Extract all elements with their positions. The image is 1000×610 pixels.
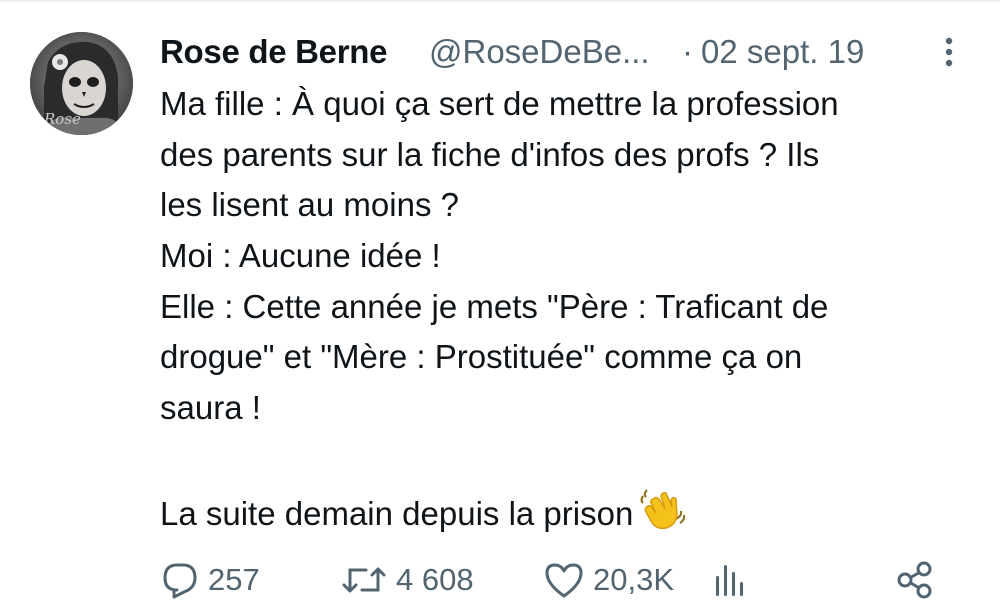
tweet-line: La suite demain depuis la prison <box>160 494 634 532</box>
tweet-date[interactable]: 02 sept. 19 <box>701 30 864 74</box>
reply-icon <box>163 563 197 599</box>
tweet-line: Ma fille : À quoi ça sert de mettre la p… <box>160 85 839 122</box>
views-button[interactable] <box>713 556 745 604</box>
author-handle[interactable]: @RoseDeBe... <box>429 30 650 74</box>
views-icon <box>716 565 743 596</box>
avatar[interactable]: Rose <box>30 32 133 135</box>
share-button[interactable] <box>894 556 936 604</box>
retweet-button[interactable]: 4 608 <box>340 556 474 604</box>
tweet-line: drogue" et "Mère : Prostituée" comme ça … <box>160 338 803 376</box>
retweet-count: 4 608 <box>396 562 474 597</box>
tweet-actions: 257 4 608 20,3K <box>160 556 980 604</box>
waving-hand-emoji <box>639 485 686 546</box>
avatar-signature: Rose <box>43 110 81 128</box>
heart-icon <box>545 563 583 598</box>
top-divider <box>0 0 1000 2</box>
share-icon <box>897 561 932 599</box>
like-count: 20,3K <box>593 562 675 597</box>
tweet-line: Elle : Cette année je mets "Père : Trafi… <box>160 287 829 325</box>
tweet-line: saura ! <box>160 389 261 427</box>
more-options-button[interactable] <box>934 34 964 74</box>
tweet-line: des parents sur la fiche d'infos des pro… <box>160 135 820 173</box>
tweet-line: les lisent au moins ? <box>160 186 459 224</box>
reply-button[interactable]: 257 <box>160 556 260 604</box>
like-button[interactable]: 20,3K <box>543 556 674 604</box>
tweet-last-line: La suite demain depuis la prison <box>160 485 980 536</box>
author-name[interactable]: Rose de Berne <box>160 30 387 74</box>
reply-count: 257 <box>208 562 260 597</box>
tweet-text: Ma fille : À quoi ça sert de mettre la p… <box>160 79 980 535</box>
tweet-line: Moi : Aucune idée ! <box>160 237 441 275</box>
separator-dot: · <box>682 33 693 70</box>
retweet-icon <box>342 567 386 593</box>
tweet-header: Rose de Berne @RoseDeBe... · 02 sept. 19 <box>160 30 920 80</box>
more-vertical-icon <box>945 37 953 67</box>
